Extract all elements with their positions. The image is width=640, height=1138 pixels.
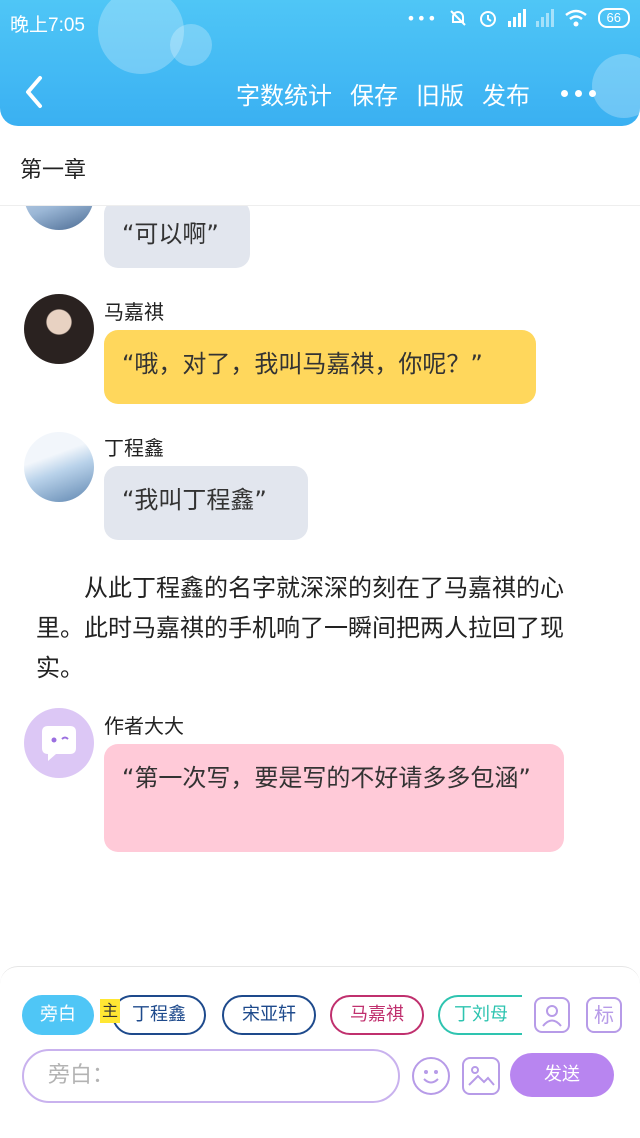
status-time: 晚上7:05 [10,15,85,36]
chapter-bar: 第一章 [0,126,640,206]
mute-bell-icon [449,10,466,26]
chat-bubble[interactable]: “第一次写，要是写的不好请多多包涵” [104,744,564,852]
back-arrow-icon[interactable] [20,74,50,110]
role-song-yaxuan[interactable]: 宋亚轩 [222,995,316,1035]
author-avatar[interactable] [24,708,94,778]
speaker-name: 马嘉祺 [104,300,164,324]
nav-row: 字数统计 保存 旧版 发布 [0,62,640,122]
story-content[interactable]: “可以啊” 马嘉祺 “哦，对了，我叫马嘉祺，你呢？” 丁程鑫 “我叫丁程鑫” 从… [0,206,640,966]
chat-bubble-icon [42,726,76,761]
emoji-icon[interactable] [412,1057,450,1095]
chapter-title[interactable]: 第一章 [20,152,86,184]
save-button[interactable]: 保存 [350,76,398,111]
send-button[interactable]: 发送 [510,1053,614,1097]
role-ding-chengxin[interactable]: 丁程鑫 [112,995,206,1035]
alarm-icon [479,11,496,27]
status-bar: 晚上7:05 ••• 66 [0,0,640,44]
message-input[interactable]: 旁白： [22,1049,400,1103]
more-notifications-icon: ••• [406,8,438,28]
more-options-icon[interactable] [561,90,596,97]
signal-icon [507,9,526,27]
signal-icon-secondary [535,9,554,27]
chat-bubble[interactable]: “哦，对了，我叫马嘉祺，你呢？” [104,330,536,404]
role-narrator[interactable]: 旁白 [22,995,94,1035]
speaker-name: 作者大大 [104,714,184,738]
role-selector: 旁白 丁程鑫 宋亚轩 马嘉祺 丁刘母 [22,995,522,1035]
avatar-ma-jiaqi[interactable] [24,294,94,364]
publish-button[interactable]: 发布 [482,76,530,111]
old-version-button[interactable]: 旧版 [416,76,464,111]
main-role-tag: 主 [100,999,121,1023]
speaker-name: 丁程鑫 [104,436,164,460]
wifi-icon [564,9,587,27]
image-icon[interactable] [462,1057,500,1095]
avatar-ding-chengxin[interactable] [24,206,94,230]
status-icons: ••• 66 [406,8,630,28]
avatar-ding-chengxin[interactable] [24,432,94,502]
tag-icon[interactable]: 标 [586,997,622,1033]
chat-bubble[interactable]: “我叫丁程鑫” [104,466,308,540]
top-header: 晚上7:05 ••• 66 字数统计 保存 旧版 发布 [0,0,640,126]
battery-indicator: 66 [597,8,630,28]
header-actions: 字数统计 保存 旧版 发布 [236,76,530,111]
word-count-button[interactable]: 字数统计 [236,76,332,111]
narration-text[interactable]: 从此丁程鑫的名字就深深的刻在了马嘉祺的心里。此时马嘉祺的手机响了一瞬间把两人拉回… [36,568,606,688]
chat-bubble[interactable]: “可以啊” [104,206,250,268]
role-ma-jiaqi[interactable]: 马嘉祺 [330,995,424,1035]
add-role-icon[interactable] [534,997,570,1033]
composer-panel: 旁白 丁程鑫 宋亚轩 马嘉祺 丁刘母 主 标 旁白： 发送 [0,966,640,1138]
role-ding-liu-mu[interactable]: 丁刘母 [438,995,522,1035]
